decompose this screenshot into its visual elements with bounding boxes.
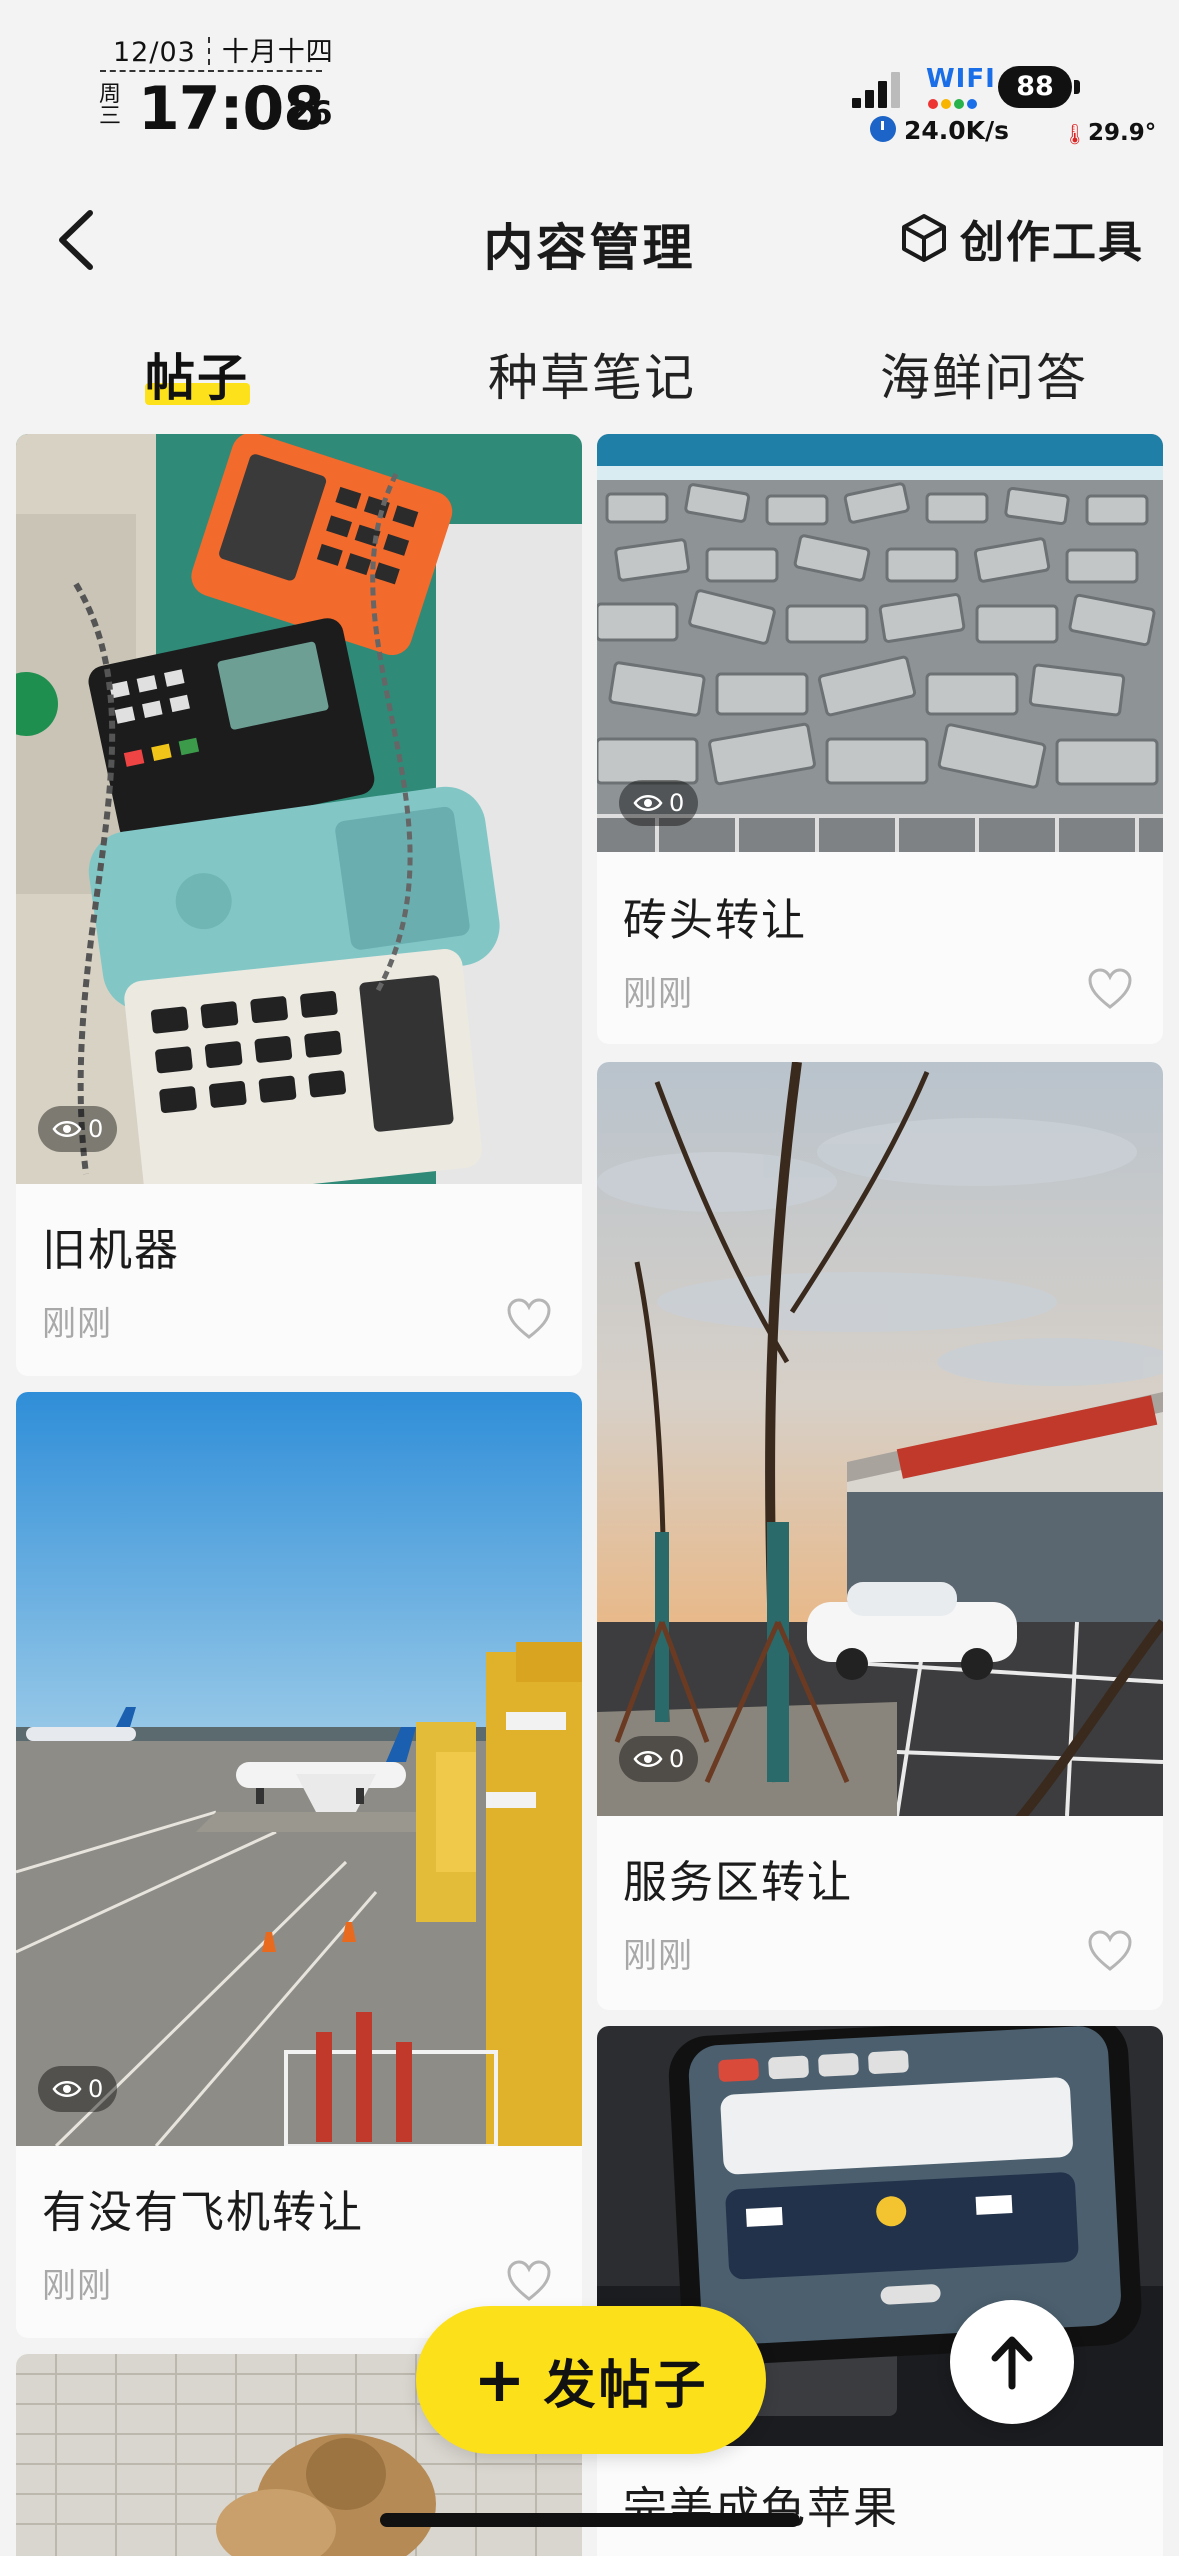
view-count: 0 bbox=[619, 1736, 699, 1782]
post-card[interactable]: 0 服务区转让 刚刚 bbox=[597, 1062, 1163, 2010]
tab-posts[interactable]: 帖子 bbox=[145, 338, 249, 410]
post-image bbox=[16, 434, 582, 1184]
post-title: 服务区转让 bbox=[623, 1857, 853, 1908]
tab-seeding-notes[interactable]: 种草笔记 bbox=[488, 338, 696, 410]
post-title: 旧机器 bbox=[42, 1225, 180, 1276]
post-card[interactable]: 0 旧机器 刚刚 bbox=[16, 434, 582, 1376]
view-count: 0 bbox=[619, 780, 699, 826]
heart-icon[interactable] bbox=[1087, 968, 1133, 1010]
scroll-to-top-button[interactable] bbox=[950, 2300, 1074, 2424]
view-count: 0 bbox=[38, 2066, 118, 2112]
status-weekday: 周三 bbox=[98, 82, 121, 129]
creation-tools-label: 创作工具 bbox=[960, 217, 1144, 268]
home-indicator[interactable] bbox=[380, 2513, 800, 2527]
wifi-label: WIFI bbox=[926, 64, 996, 94]
post-card[interactable]: 0 砖头转让 刚刚 bbox=[597, 434, 1163, 1044]
heart-icon[interactable] bbox=[506, 2260, 552, 2302]
eye-icon bbox=[52, 1121, 82, 1137]
speed-clock-icon bbox=[870, 116, 896, 142]
status-divider bbox=[100, 70, 322, 72]
status-seconds: 26 bbox=[288, 94, 333, 132]
create-post-button[interactable]: + 发帖子 bbox=[416, 2306, 766, 2454]
status-date: 12/03 十月十四 bbox=[113, 37, 334, 68]
post-time: 刚刚 bbox=[623, 974, 693, 1014]
battery-indicator: 88 bbox=[998, 66, 1072, 108]
eye-icon bbox=[633, 795, 663, 811]
post-time: 刚刚 bbox=[623, 1936, 693, 1976]
cube-icon bbox=[902, 214, 946, 262]
post-time: 刚刚 bbox=[42, 2266, 112, 2306]
post-title: 砖头转让 bbox=[623, 895, 807, 946]
battery-tip bbox=[1074, 80, 1080, 94]
eye-icon bbox=[52, 2081, 82, 2097]
view-count: 0 bbox=[38, 1106, 118, 1152]
post-card[interactable]: 完美成色苹果 bbox=[597, 2026, 1163, 2556]
arrow-up-icon bbox=[991, 2336, 1033, 2390]
plus-icon: + bbox=[473, 2343, 526, 2416]
post-image bbox=[16, 1392, 582, 2146]
post-title: 有没有飞机转让 bbox=[42, 2187, 364, 2238]
post-card[interactable]: 0 有没有飞机转让 刚刚 bbox=[16, 1392, 582, 2338]
tab-seafood-qa[interactable]: 海鲜问答 bbox=[880, 338, 1088, 410]
creation-tools-button[interactable]: 创作工具 bbox=[900, 206, 1144, 270]
post-image bbox=[597, 1062, 1163, 1816]
wifi-icon bbox=[928, 94, 986, 109]
heart-icon[interactable] bbox=[1087, 1930, 1133, 1972]
thermometer-icon: 🌡 bbox=[1062, 122, 1088, 146]
heart-icon[interactable] bbox=[506, 1298, 552, 1340]
signal-icon bbox=[852, 72, 900, 108]
create-post-label: 发帖子 bbox=[543, 2355, 709, 2416]
temperature: 29.9° bbox=[1088, 120, 1157, 146]
eye-icon bbox=[633, 1751, 663, 1767]
net-speed: 24.0K/s bbox=[904, 116, 1010, 145]
post-time: 刚刚 bbox=[42, 1304, 112, 1344]
